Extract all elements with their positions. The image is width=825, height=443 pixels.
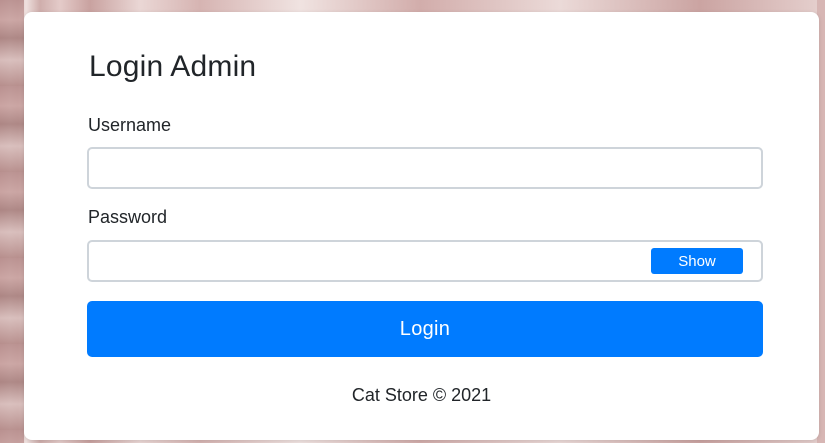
show-password-button[interactable]: Show [651,248,743,274]
login-button[interactable]: Login [87,301,763,357]
username-label: Username [88,115,172,135]
background-image-left [0,0,24,443]
footer-copyright: Cat Store © 2021 [351,385,492,405]
page-title: Login Admin [89,50,257,83]
login-card: Login Admin Username Password Show Login… [24,12,819,440]
username-input[interactable] [87,147,763,189]
password-label: Password [88,207,168,227]
